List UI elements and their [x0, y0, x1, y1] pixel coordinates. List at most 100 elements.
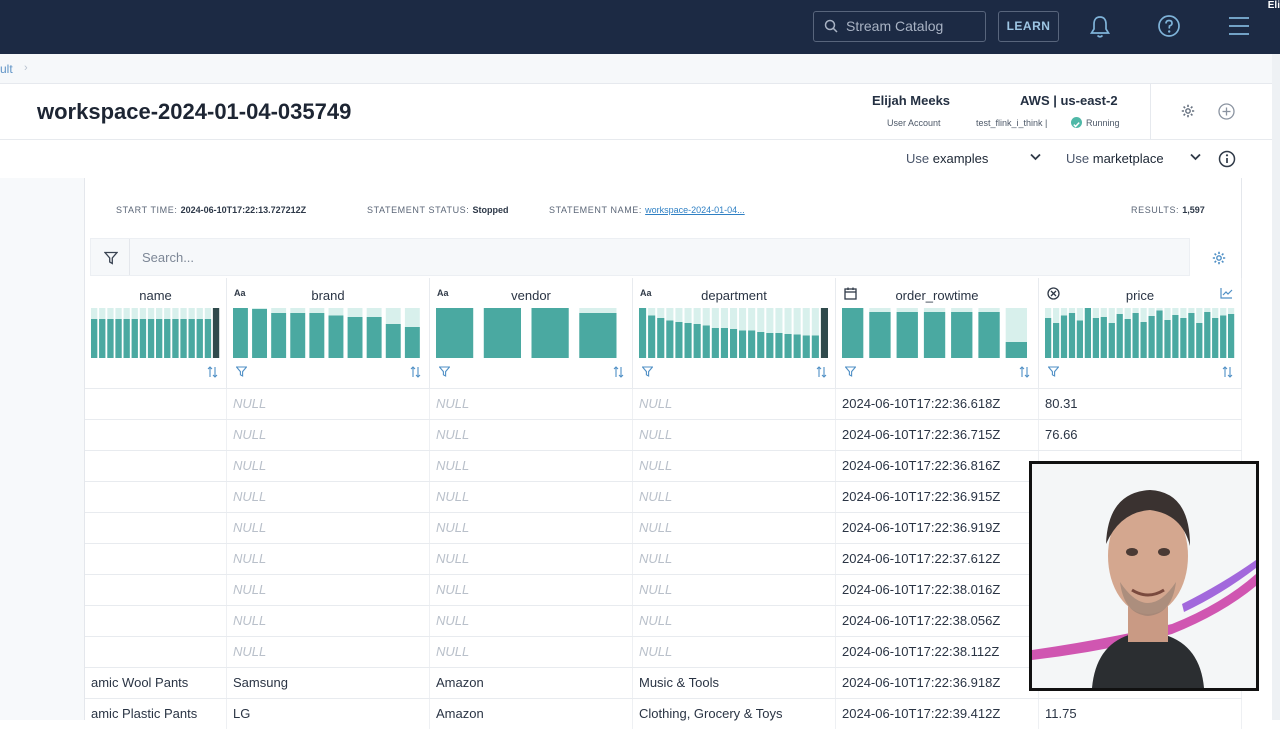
histogram-bar[interactable]: [531, 308, 569, 358]
cell-vendor[interactable]: NULL: [430, 482, 633, 512]
cell-vendor[interactable]: NULL: [430, 544, 633, 574]
database-select[interactable]: Use marketplace: [1066, 151, 1164, 166]
histogram-bar[interactable]: [1196, 323, 1203, 358]
cell-name[interactable]: [85, 389, 227, 419]
cell-department[interactable]: NULL: [633, 451, 836, 481]
histogram-bar[interactable]: [1228, 314, 1235, 358]
histogram-bar[interactable]: [196, 319, 203, 358]
histogram-bar[interactable]: [172, 319, 179, 358]
gear-icon[interactable]: [1181, 104, 1195, 118]
histogram-bar[interactable]: [657, 318, 665, 358]
cell-price[interactable]: 11.75: [1039, 699, 1242, 729]
histogram-bar[interactable]: [1180, 318, 1187, 358]
histogram-bar[interactable]: [233, 308, 248, 358]
histogram-bar[interactable]: [675, 322, 683, 358]
histogram-bar[interactable]: [91, 319, 98, 358]
cell-name[interactable]: [85, 451, 227, 481]
histogram-bar[interactable]: [684, 323, 692, 358]
cell-department[interactable]: NULL: [633, 513, 836, 543]
histogram-bar[interactable]: [648, 315, 656, 359]
histogram-bar[interactable]: [404, 327, 420, 358]
histogram-bar[interactable]: [347, 317, 363, 358]
histogram-bar[interactable]: [204, 319, 212, 358]
histogram-bar[interactable]: [923, 312, 946, 358]
histogram-bar[interactable]: [811, 335, 819, 359]
cell-brand[interactable]: NULL: [227, 420, 430, 450]
histogram-bar[interactable]: [123, 319, 130, 358]
cell-name[interactable]: amic Plastic Pants: [85, 699, 227, 729]
column-sort-icon[interactable]: [1019, 366, 1030, 378]
info-icon[interactable]: [1218, 150, 1236, 168]
cell-department[interactable]: NULL: [633, 575, 836, 605]
histogram-bar[interactable]: [1172, 315, 1179, 358]
cell-department[interactable]: NULL: [633, 544, 836, 574]
histogram-bar[interactable]: [748, 330, 756, 359]
cell-order-rowtime[interactable]: 2024-06-10T17:22:39.412Z: [836, 699, 1039, 729]
cell-department[interactable]: NULL: [633, 482, 836, 512]
cell-name[interactable]: [85, 544, 227, 574]
cell-price[interactable]: 76.66: [1039, 420, 1242, 450]
cell-vendor[interactable]: NULL: [430, 451, 633, 481]
column-filter-icon[interactable]: [642, 366, 653, 377]
statement-name-link[interactable]: workspace-2024-01-04...: [645, 205, 745, 215]
histogram-bar[interactable]: [271, 313, 287, 358]
histogram-bar[interactable]: [212, 308, 220, 358]
histogram-bar[interactable]: [328, 315, 344, 359]
catalog-select[interactable]: Use examples: [906, 151, 988, 166]
histogram-bar[interactable]: [366, 317, 382, 358]
cell-department[interactable]: Clothing, Grocery & Toys: [633, 699, 836, 729]
histogram-bar[interactable]: [711, 328, 719, 358]
histogram-bar[interactable]: [720, 328, 728, 358]
cell-vendor[interactable]: NULL: [430, 606, 633, 636]
histogram-bar[interactable]: [1068, 313, 1076, 358]
cell-department[interactable]: NULL: [633, 420, 836, 450]
column-histogram[interactable]: [842, 308, 1033, 358]
histogram-bar[interactable]: [666, 320, 674, 359]
cell-brand[interactable]: LG: [227, 699, 430, 729]
table-row[interactable]: amic Plastic Pants LG Amazon Clothing, Groc…: [85, 698, 1242, 729]
cell-order-rowtime[interactable]: 2024-06-10T17:22:36.918Z: [836, 668, 1039, 698]
cell-name[interactable]: [85, 575, 227, 605]
learn-button[interactable]: LEARN: [998, 11, 1059, 42]
column-sort-icon[interactable]: [613, 366, 624, 378]
cell-vendor[interactable]: NULL: [430, 389, 633, 419]
cell-name[interactable]: [85, 420, 227, 450]
histogram-bar[interactable]: [309, 313, 325, 358]
bell-icon[interactable]: [1088, 14, 1112, 40]
histogram-bar[interactable]: [579, 313, 617, 358]
histogram-bar[interactable]: [131, 319, 138, 358]
cell-department[interactable]: Music & Tools: [633, 668, 836, 698]
histogram-bar[interactable]: [978, 312, 1000, 358]
column-filter-icon[interactable]: [236, 366, 247, 377]
results-search-input[interactable]: Search...: [142, 250, 194, 265]
cell-vendor[interactable]: NULL: [430, 575, 633, 605]
histogram-bar[interactable]: [1108, 323, 1115, 358]
column-header-brand[interactable]: Aa brand: [227, 278, 430, 388]
table-settings-icon[interactable]: [1212, 251, 1226, 265]
histogram-bar[interactable]: [1188, 313, 1195, 358]
histogram-bar[interactable]: [784, 334, 792, 358]
column-histogram[interactable]: [1045, 308, 1236, 358]
histogram-bar[interactable]: [757, 332, 765, 358]
histogram-bar[interactable]: [180, 319, 187, 358]
histogram-bar[interactable]: [793, 334, 801, 359]
cell-brand[interactable]: NULL: [227, 389, 430, 419]
histogram-bar[interactable]: [693, 324, 701, 358]
column-histogram[interactable]: [233, 308, 424, 358]
histogram-bar[interactable]: [951, 312, 973, 358]
histogram-bar[interactable]: [1116, 314, 1123, 358]
histogram-bar[interactable]: [1045, 318, 1052, 358]
histogram-bar[interactable]: [1124, 319, 1131, 358]
cell-name[interactable]: amic Wool Pants: [85, 668, 227, 698]
help-icon[interactable]: [1157, 14, 1181, 38]
histogram-bar[interactable]: [730, 329, 738, 358]
cell-brand[interactable]: NULL: [227, 451, 430, 481]
cell-name[interactable]: [85, 637, 227, 667]
breadcrumb-item[interactable]: ult: [0, 62, 13, 76]
histogram-bar[interactable]: [1060, 315, 1068, 359]
cell-order-rowtime[interactable]: 2024-06-10T17:22:38.016Z: [836, 575, 1039, 605]
histogram-bar[interactable]: [385, 324, 401, 358]
histogram-bar[interactable]: [483, 308, 521, 358]
cell-name[interactable]: [85, 513, 227, 543]
histogram-bar[interactable]: [869, 312, 891, 358]
